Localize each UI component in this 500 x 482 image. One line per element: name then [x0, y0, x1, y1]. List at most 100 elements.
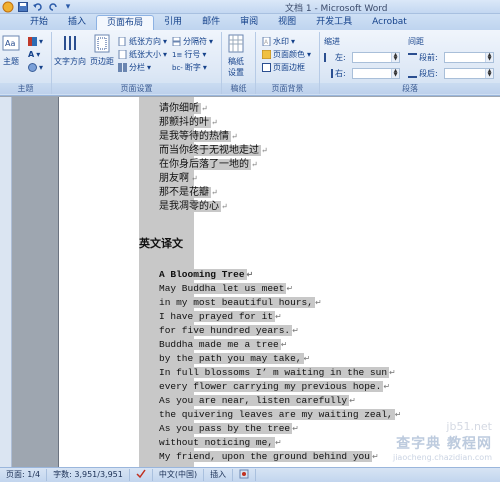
theme-effects-button[interactable]: ▾ — [28, 62, 43, 73]
indent-left-label: 左: — [324, 52, 346, 63]
spacing-after-icon — [408, 69, 417, 78]
spinner-arrows-icon[interactable]: ▲ ▼ — [485, 53, 493, 62]
tab-references[interactable]: 引用 — [154, 15, 192, 30]
spacing-before-spinner[interactable]: ▲ ▼ — [444, 52, 494, 63]
theme-colors-icon — [28, 37, 37, 46]
insert-mode[interactable]: 插入 — [204, 469, 234, 481]
group-page-setup-label: 页面设置 — [52, 83, 221, 94]
poem-line: I have prayed for it ↵ — [159, 311, 282, 322]
page-borders-button[interactable]: 页面边框 — [262, 62, 305, 73]
manuscript-settings-button[interactable]: 稿纸 设置 — [227, 34, 245, 78]
line-numbers-button[interactable]: 1≡ 行号 ▾ — [172, 49, 206, 60]
poem-line: without noticing me, ↵ — [159, 437, 282, 448]
size-button[interactable]: 纸张大小 ▾ — [118, 49, 167, 60]
poem-line: for five hundred years. ↵ — [159, 325, 299, 336]
poem-line: in my most beautiful hours, ↵ — [159, 297, 322, 308]
ribbon-tabs: 开始 插入 页面布局 引用 邮件 审阅 视图 开发工具 Acrobat — [0, 14, 500, 30]
spacing-before-label: 段前: — [408, 52, 438, 63]
proofing-icon[interactable] — [130, 469, 153, 481]
office-button-icon[interactable] — [2, 1, 14, 13]
theme-fonts-icon: A — [28, 50, 35, 59]
spacing-label: 间距 — [408, 37, 424, 46]
columns-icon — [118, 63, 127, 72]
save-icon[interactable] — [17, 1, 29, 13]
poem-line: May Buddha let us meet ↵ — [159, 283, 294, 294]
group-page-background: A 水印 ▾ 页面颜色 ▾ 页面边框 页面背景 — [256, 32, 320, 94]
poem-line: 是我等待的热情 ↵ — [159, 131, 238, 142]
group-page-setup: 文字方向 页边距 纸张方向 ▾ 纸张大小 ▾ 分栏 ▾ 分隔符 ▾ 1≡ 行号 ▾ — [52, 32, 222, 94]
indent-right-label: 右: — [324, 68, 346, 79]
spacing-after-label: 段后: — [408, 68, 438, 79]
group-page-background-label: 页面背景 — [256, 83, 319, 94]
poem-line: 是我凋零的心 ↵ — [159, 201, 228, 212]
theme-effects-icon — [28, 63, 37, 72]
page-color-button[interactable]: 页面颜色 ▾ — [262, 49, 311, 60]
macro-record-icon[interactable] — [233, 469, 257, 481]
title-bar: ▾ 文档 1 - Microsoft Word — [0, 0, 500, 14]
hyphenation-button[interactable]: bc- 断字 ▾ — [172, 62, 207, 73]
indent-label: 缩进 — [324, 37, 340, 46]
page-color-icon — [262, 50, 271, 59]
size-icon — [118, 50, 127, 59]
poem-line: 朋友啊 ↵ — [159, 173, 198, 184]
quick-access-toolbar: ▾ — [2, 0, 74, 14]
orientation-icon — [118, 37, 126, 46]
group-theme-label: 主题 — [0, 83, 51, 94]
spinner-arrows-icon[interactable]: ▲ ▼ — [391, 53, 399, 62]
indent-left-spinner[interactable]: ▲ ▼ — [352, 52, 400, 63]
watermark-button[interactable]: A 水印 ▾ — [262, 36, 295, 47]
word-count[interactable]: 字数: 3,951/3,951 — [47, 469, 130, 481]
watermark-icon: A — [262, 37, 271, 46]
site-watermark: jb51.net 查字典 教程网 jiaocheng.chazidian.com — [392, 420, 492, 462]
poem-line: the quivering leaves are my waiting zeal… — [159, 409, 402, 420]
spinner-arrows-icon[interactable]: ▲ ▼ — [391, 69, 399, 78]
tab-view[interactable]: 视图 — [268, 15, 306, 30]
indent-right-icon — [324, 69, 333, 78]
poem-line: by the path you may take, ↵ — [159, 353, 311, 364]
theme-button[interactable]: Aa 主题 — [2, 34, 20, 67]
theme-fonts-button[interactable]: A ▾ — [28, 49, 40, 60]
poem-line: 而当你终于无视地走过 ↵ — [159, 145, 268, 156]
theme-colors-button[interactable]: ▾ — [28, 36, 43, 47]
tab-home[interactable]: 开始 — [20, 15, 58, 30]
customize-dropdown-icon[interactable]: ▾ — [62, 1, 74, 13]
spacing-after-spinner[interactable]: ▲ ▼ — [444, 68, 494, 79]
poem-title: A Blooming Tree ↵ — [159, 269, 254, 280]
tab-acrobat[interactable]: Acrobat — [362, 15, 417, 30]
margins-button[interactable]: 页边距 — [90, 34, 114, 67]
spinner-arrows-icon[interactable]: ▲ ▼ — [485, 69, 493, 78]
document-page[interactable]: 请你细听 ↵ 那颤抖的叶 ↵ 是我等待的热情 ↵ 而当你终于无视地走过 ↵ 在你身后落了… — [58, 97, 500, 467]
language-status[interactable]: 中文(中国) — [153, 469, 205, 481]
theme-icon: Aa — [2, 35, 20, 51]
tab-insert[interactable]: 插入 — [58, 15, 96, 30]
columns-button[interactable]: 分栏 ▾ — [118, 62, 151, 73]
group-paragraph-label: 段落 — [320, 83, 500, 94]
tab-review[interactable]: 审阅 — [230, 15, 268, 30]
indent-left-icon — [324, 53, 333, 62]
text-direction-icon — [64, 36, 76, 50]
poem-line: 请你细听 ↵ — [159, 103, 208, 114]
poem-line: 那不是花瓣 ↵ — [159, 187, 218, 198]
indent-right-spinner[interactable]: ▲ ▼ — [352, 68, 400, 79]
margins-icon — [94, 34, 110, 53]
tab-developer[interactable]: 开发工具 — [306, 15, 362, 30]
poem-line: As you are near, listen carefully ↵ — [159, 395, 356, 406]
poem-line: 那颤抖的叶 ↵ — [159, 117, 218, 128]
ribbon: Aa 主题 ▾ A ▾ ▾ 主题 文字方向 页边距 纸张方向 ▾ 纸张大小 ▾ … — [0, 30, 500, 96]
group-manuscript-label: 稿纸 — [222, 83, 255, 94]
window-title: 文档 1 - Microsoft Word — [285, 4, 388, 14]
orientation-button[interactable]: 纸张方向 ▾ — [118, 36, 167, 47]
tab-page-layout[interactable]: 页面布局 — [96, 15, 155, 30]
tab-mailings[interactable]: 邮件 — [192, 15, 230, 30]
text-direction-button[interactable]: 文字方向 — [54, 34, 86, 67]
page-borders-icon — [262, 63, 271, 72]
line-numbers-icon: 1≡ — [172, 50, 183, 59]
page-count[interactable]: 页面: 1/4 — [0, 469, 48, 481]
poem-line: As you pass by the tree ↵ — [159, 423, 299, 434]
status-bar: 页面: 1/4 字数: 3,951/3,951 中文(中国) 插入 — [0, 467, 500, 482]
poem-line: 在你身后落了一地的 ↵ — [159, 159, 258, 170]
redo-icon[interactable] — [47, 1, 59, 13]
breaks-button[interactable]: 分隔符 ▾ — [172, 36, 213, 47]
poem-line: Buddha made me a tree ↵ — [159, 339, 288, 350]
undo-icon[interactable] — [32, 1, 44, 13]
